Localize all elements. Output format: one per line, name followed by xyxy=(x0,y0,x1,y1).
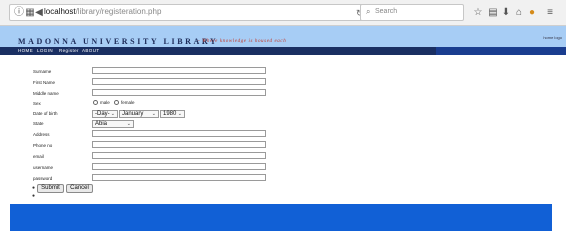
sex-male-radio[interactable] xyxy=(93,100,98,105)
state-label: State xyxy=(33,121,44,126)
middle-name-label: Middle name xyxy=(33,91,59,96)
password-label: password xyxy=(33,176,53,181)
registration-form: Surname First Name Middle name Sex male … xyxy=(0,55,566,203)
address-label: Address xyxy=(33,132,50,137)
state-select[interactable]: Abia ⌄ xyxy=(92,120,134,128)
email-label: email xyxy=(33,154,44,159)
middle-name-input[interactable] xyxy=(92,89,266,96)
dob-month-select[interactable]: January ⌄ xyxy=(119,110,159,118)
email-input[interactable] xyxy=(92,152,266,159)
nav-bar: HOME LOGIN Register ABOUT xyxy=(0,47,566,55)
surname-label: Surname xyxy=(33,69,52,74)
username-label: username xyxy=(33,165,54,170)
page-bottom xyxy=(0,231,566,242)
password-input[interactable] xyxy=(92,174,266,181)
home-icon[interactable]: ⌂ xyxy=(513,7,525,19)
phone-input[interactable] xyxy=(92,141,266,148)
site-header: MADONNA UNIVERSITY LIBRARY - Where knowl… xyxy=(0,26,566,47)
first-name-label: First Name xyxy=(33,80,56,85)
state-value: Abia xyxy=(95,121,108,127)
bookmarks-list-icon[interactable]: ▤ xyxy=(487,7,499,19)
address-bar[interactable]: ⓘ ▦ ◀ localhost/library/registeration.ph… xyxy=(9,4,365,21)
dob-year-select[interactable]: 1980 ⌄ xyxy=(160,110,185,118)
site-tagline: - Where knowledge is housed each xyxy=(198,39,287,44)
sex-female-radio[interactable] xyxy=(114,100,119,105)
dob-label: Date of birth xyxy=(33,111,58,116)
search-icon: ⌕ xyxy=(366,7,371,16)
bullet-icon: ● xyxy=(32,185,36,191)
browser-search-bar[interactable]: ⌕ Search xyxy=(360,4,464,21)
chevron-down-icon: ⌄ xyxy=(126,121,131,127)
sex-female-label: female xyxy=(121,100,135,105)
site-footer xyxy=(10,204,552,231)
chevron-down-icon: ⌄ xyxy=(110,111,115,117)
download-icon[interactable]: ⬇ xyxy=(500,7,512,19)
url-text: localhost/library/registeration.php xyxy=(44,7,161,16)
hamburger-menu-icon[interactable]: ≡ xyxy=(544,7,556,19)
cancel-button[interactable]: Cancel xyxy=(66,184,93,193)
browser-toolbar: ⓘ ▦ ◀ localhost/library/registeration.ph… xyxy=(0,0,566,26)
dob-day-value: -Day- xyxy=(95,111,110,117)
phone-label: Phone no xyxy=(33,143,53,148)
nav-item-register[interactable]: Register xyxy=(59,48,79,54)
surname-input[interactable] xyxy=(92,67,266,74)
chevron-down-icon: ⌄ xyxy=(151,111,156,117)
chevron-down-icon: ⌄ xyxy=(177,111,182,117)
home-login-link[interactable]: home logo xyxy=(543,35,562,40)
bullet-icon: ● xyxy=(32,193,36,199)
sex-label: Sex xyxy=(33,101,41,106)
url-host: localhost xyxy=(44,7,76,16)
site-title: MADONNA UNIVERSITY LIBRARY xyxy=(18,37,219,46)
address-input[interactable] xyxy=(92,130,266,137)
submit-button[interactable]: Submit xyxy=(37,184,64,193)
bookmark-star-icon[interactable]: ☆ xyxy=(472,7,484,19)
dob-day-select[interactable]: -Day- ⌄ xyxy=(92,110,118,118)
search-placeholder: Search xyxy=(375,8,398,15)
nav-item-home[interactable]: HOME xyxy=(18,48,33,54)
sex-male-label: male xyxy=(100,100,110,105)
extension-icon[interactable]: ● xyxy=(526,7,538,19)
first-name-input[interactable] xyxy=(92,78,266,85)
nav-item-about[interactable]: ABOUT xyxy=(82,48,100,54)
dob-year-value: 1980 xyxy=(163,111,177,117)
url-path: /library/registeration.php xyxy=(75,7,162,16)
username-input[interactable] xyxy=(92,163,266,170)
dob-month-value: January xyxy=(122,111,144,117)
nav-item-login[interactable]: LOGIN xyxy=(37,48,53,54)
